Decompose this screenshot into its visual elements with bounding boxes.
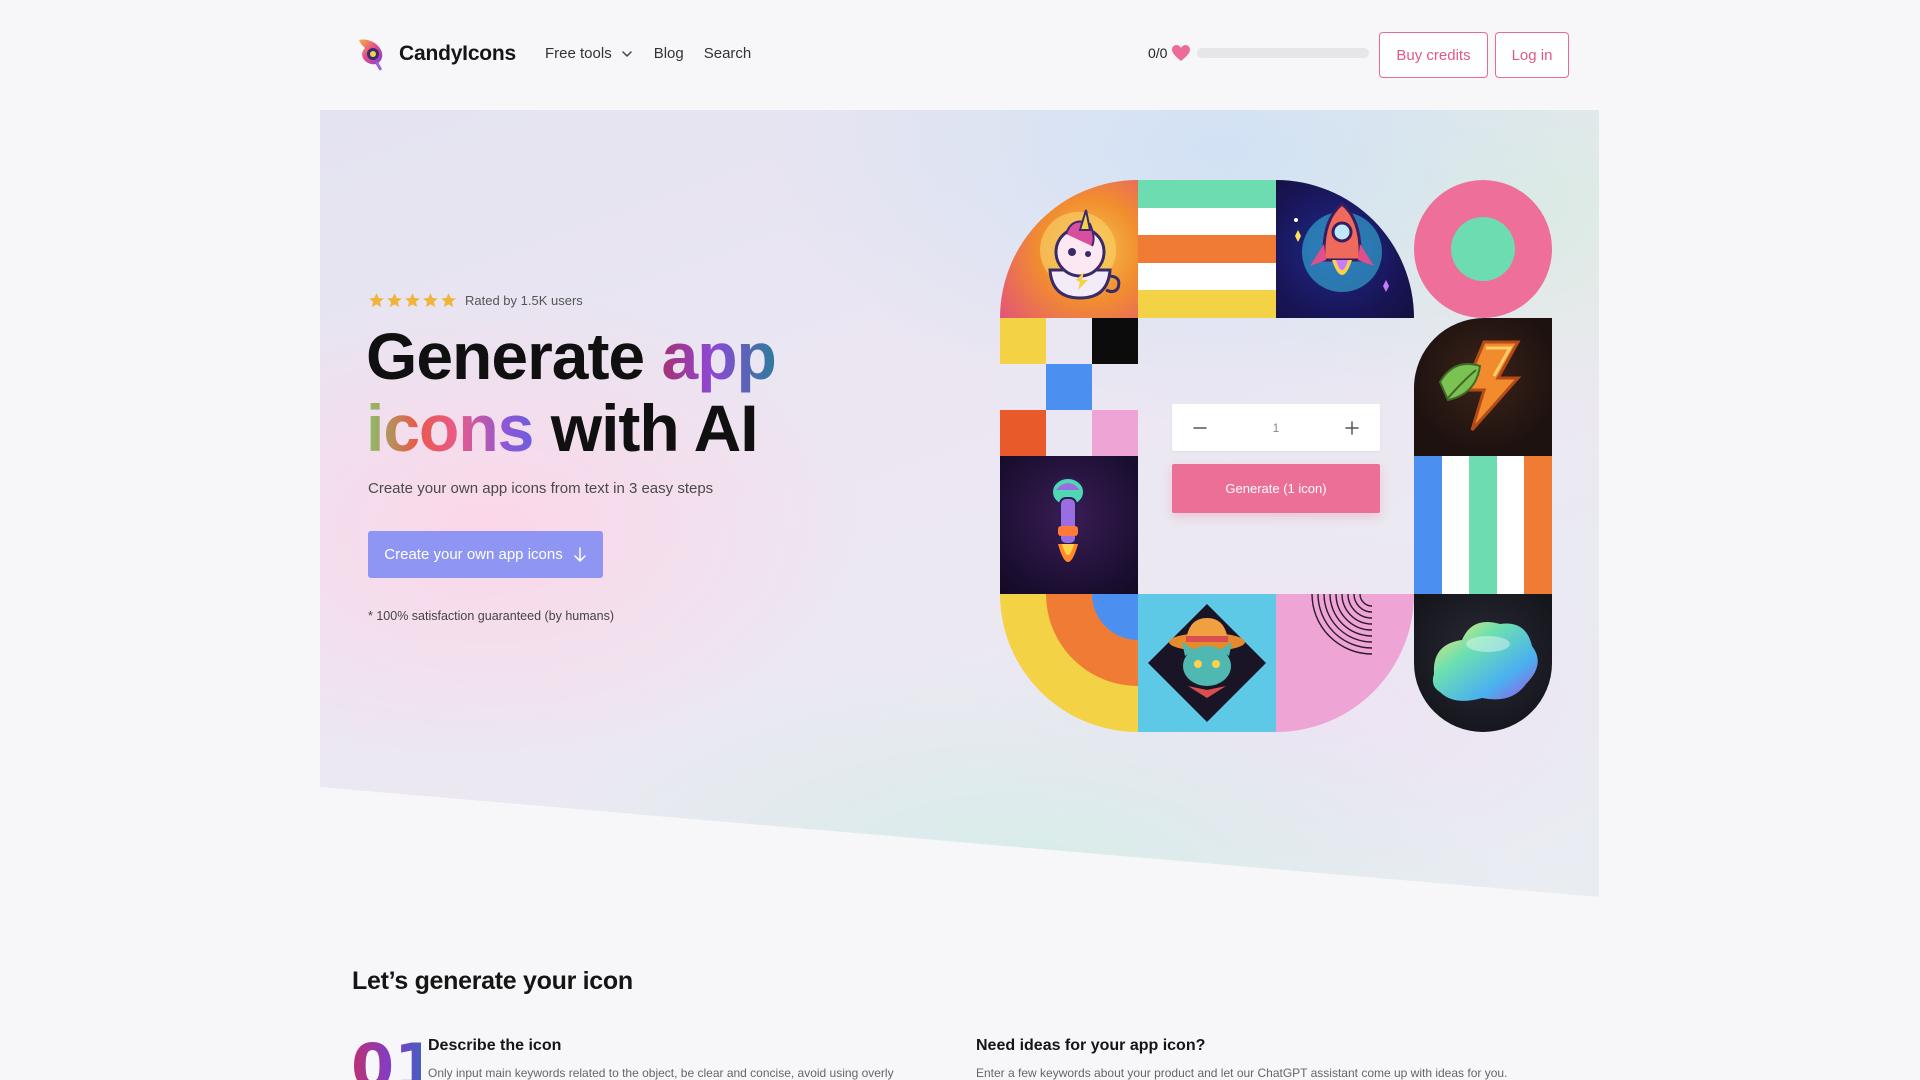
quantity-stepper[interactable]: 1	[1172, 404, 1380, 451]
plus-icon[interactable]	[1344, 420, 1360, 436]
brand-logo-link[interactable]: CandyIcons	[353, 36, 516, 72]
section-title: Let’s generate your icon	[352, 967, 633, 995]
concentric-lines-shape	[1276, 594, 1414, 732]
pixel-blocks	[1000, 318, 1138, 456]
hero-subtitle: Create your own app icons from text in 3…	[368, 480, 714, 497]
headline-part-1: Generate	[366, 319, 662, 393]
brush-rocket-icon	[1000, 456, 1138, 594]
lightning-leaf-icon	[1414, 318, 1552, 456]
rating-text: Rated by 1.5K users	[465, 293, 583, 308]
cloud-blob-icon	[1414, 594, 1552, 732]
unicorn-cup-icon	[1000, 180, 1138, 318]
satisfaction-note: * 100% satisfaction guaranteed (by human…	[368, 609, 614, 623]
site-header: CandyIcons Free tools Blog Search 0/0 Bu…	[0, 0, 1920, 110]
credits-indicator: 0/0	[1148, 44, 1370, 62]
nav-search[interactable]: Search	[704, 45, 752, 62]
ideas-title: Need ideas for your app icon?	[976, 1037, 1206, 1054]
headline-part-2: app	[661, 319, 776, 393]
nav-free-tools[interactable]: Free tools	[545, 45, 634, 62]
chevron-down-icon	[621, 50, 632, 57]
main-nav: Free tools Blog Search	[545, 45, 751, 62]
generate-button[interactable]: Generate (1 icon)	[1172, 464, 1380, 513]
headline-part-3: icons	[366, 391, 534, 465]
stripes-tile-2	[1414, 456, 1552, 594]
star-icon	[387, 293, 402, 307]
step-number-01: 01	[351, 1030, 421, 1080]
rating: Rated by 1.5K users	[368, 292, 583, 309]
nav-blog[interactable]: Blog	[654, 45, 684, 62]
cowboy-cat-icon	[1138, 594, 1276, 732]
headline-part-4: with AI	[533, 391, 759, 465]
rating-stars	[368, 292, 457, 309]
star-icon	[405, 293, 420, 307]
nav-blog-label: Blog	[653, 45, 684, 62]
ideas-description: Enter a few keywords about your product …	[976, 1066, 1508, 1080]
hero-headline: Generate app icons with AI	[366, 319, 777, 465]
star-icon	[441, 293, 456, 307]
step-number-text: 01	[351, 1030, 421, 1080]
rocket-icon	[1276, 180, 1414, 318]
brand-name: CandyIcons	[399, 42, 517, 65]
buy-credits-button[interactable]: Buy credits	[1379, 32, 1488, 78]
minus-icon[interactable]	[1192, 420, 1208, 436]
arcs-shape	[1000, 594, 1138, 732]
heart-icon	[1172, 45, 1191, 61]
stripes-tile-1	[1138, 180, 1276, 318]
step-1-title: Describe the icon	[428, 1037, 562, 1054]
create-icons-button[interactable]: Create your own app icons	[368, 531, 603, 578]
credits-count: 0/0	[1148, 45, 1168, 61]
arrow-down-icon	[573, 546, 586, 562]
candy-logo-icon	[359, 39, 383, 71]
quantity-value[interactable]: 1	[1273, 421, 1280, 435]
star-icon	[369, 293, 384, 307]
star-icon	[423, 293, 438, 307]
step-1-description: Only input main keywords related to the …	[428, 1066, 894, 1080]
nav-free-tools-label: Free tools	[545, 45, 612, 62]
donut-shape	[1414, 180, 1552, 318]
create-icons-button-label: Create your own app icons	[384, 546, 563, 563]
generator-panel: 1 Generate (1 icon)	[1172, 404, 1380, 513]
login-button[interactable]: Log in	[1495, 32, 1569, 78]
credits-progress-bar	[1197, 48, 1370, 58]
icon-mosaic: 1 Generate (1 icon)	[1000, 180, 1552, 735]
nav-search-label: Search	[703, 45, 752, 62]
